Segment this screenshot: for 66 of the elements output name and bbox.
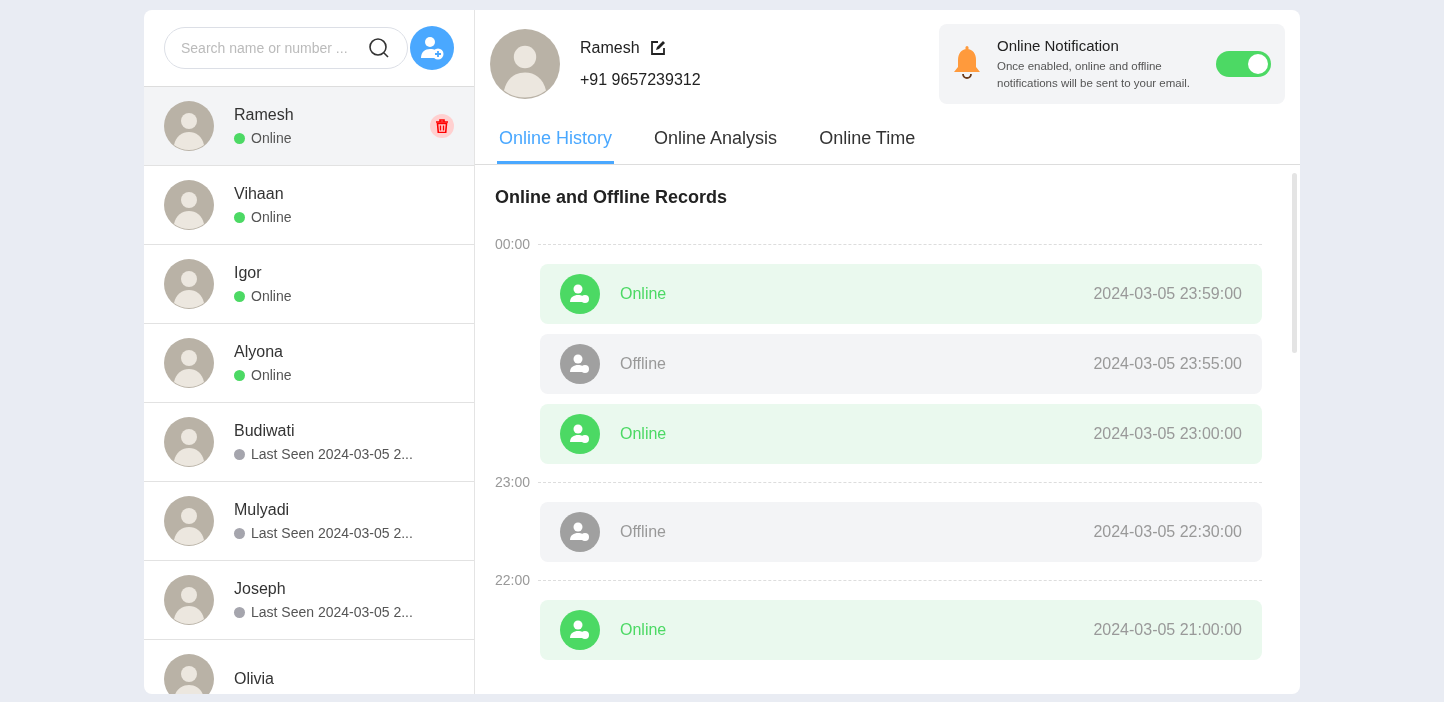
status-text: Online [251,209,292,225]
profile-phone: +91 9657239312 [580,71,702,89]
record-status: Online [620,621,668,639]
delete-button[interactable] [430,114,454,138]
avatar-icon [164,180,214,230]
contact-item[interactable]: Budiwati Last Seen 2024-03-05 2... [144,403,474,482]
contact-item[interactable]: Mulyadi Last Seen 2024-03-05 2... [144,482,474,561]
status-text: Online [251,367,292,383]
record-status: Online [620,425,668,443]
notification-toggle[interactable] [1216,51,1271,77]
status-text: Last Seen 2024-03-05 2... [251,604,413,620]
user-status-icon [560,414,600,454]
record-status: Online [620,285,668,303]
record-time: 2024-03-05 21:00:00 [1093,621,1242,639]
record-status: Offline [620,355,667,373]
avatar-icon [164,101,214,151]
time-label: 22:00 [495,572,531,588]
record-time: 2024-03-05 23:59:00 [1093,285,1242,303]
avatar-icon [164,259,214,309]
records-title: Online and Offline Records [495,187,729,208]
contact-name: Budiwati [234,422,296,440]
user-status-icon [560,610,600,650]
contact-item[interactable]: Olivia [144,640,474,694]
time-label: 23:00 [495,474,531,490]
profile-name: Ramesh [580,39,640,57]
avatar-icon [164,417,214,467]
tab[interactable]: Online Time [817,118,918,164]
contact-name: Vihaan [234,185,285,203]
search-icon[interactable] [368,37,390,59]
add-person-icon [419,35,445,61]
status-text: Online [251,288,292,304]
record-time: 2024-03-05 23:55:00 [1093,355,1242,373]
contact-name: Igor [234,264,263,282]
user-status-icon [560,512,600,552]
notification-title: Online Notification [997,36,1120,54]
avatar-icon [164,654,214,694]
add-contact-button[interactable] [410,26,454,70]
contact-item[interactable]: Joseph Last Seen 2024-03-05 2... [144,561,474,640]
contact-item[interactable]: Vihaan Online [144,166,474,245]
status-text: Online [251,130,292,146]
user-status-icon [560,274,600,314]
edit-icon[interactable] [649,40,666,56]
contact-name: Alyona [234,343,284,361]
avatar-icon [164,338,214,388]
profile-avatar-icon [490,29,560,99]
notification-description: Once enabled, online and offline notifications will be sent to your email. [997,58,1192,91]
contact-name: Olivia [234,670,275,688]
contact-name: Mulyadi [234,501,291,519]
contact-item[interactable]: Ramesh Online [144,87,474,166]
time-label: 00:00 [495,236,531,252]
avatar-icon [164,496,214,546]
avatar-icon [164,575,214,625]
trash-icon [435,119,449,133]
contact-item[interactable]: Igor Online [144,245,474,324]
search-field[interactable]: Search name or number ... [164,27,408,69]
tab[interactable]: Online Analysis [652,118,780,164]
status-text: Last Seen 2024-03-05 2... [251,446,413,462]
contact-item[interactable]: Alyona Online [144,324,474,403]
bell-icon [953,46,981,82]
status-text: Last Seen 2024-03-05 2... [251,525,413,541]
record-status: Offline [620,523,667,541]
record-time: 2024-03-05 22:30:00 [1093,523,1242,541]
record-time: 2024-03-05 23:00:00 [1093,425,1242,443]
user-status-icon [560,344,600,384]
contact-name: Ramesh [234,106,295,124]
contact-name: Joseph [234,580,287,598]
